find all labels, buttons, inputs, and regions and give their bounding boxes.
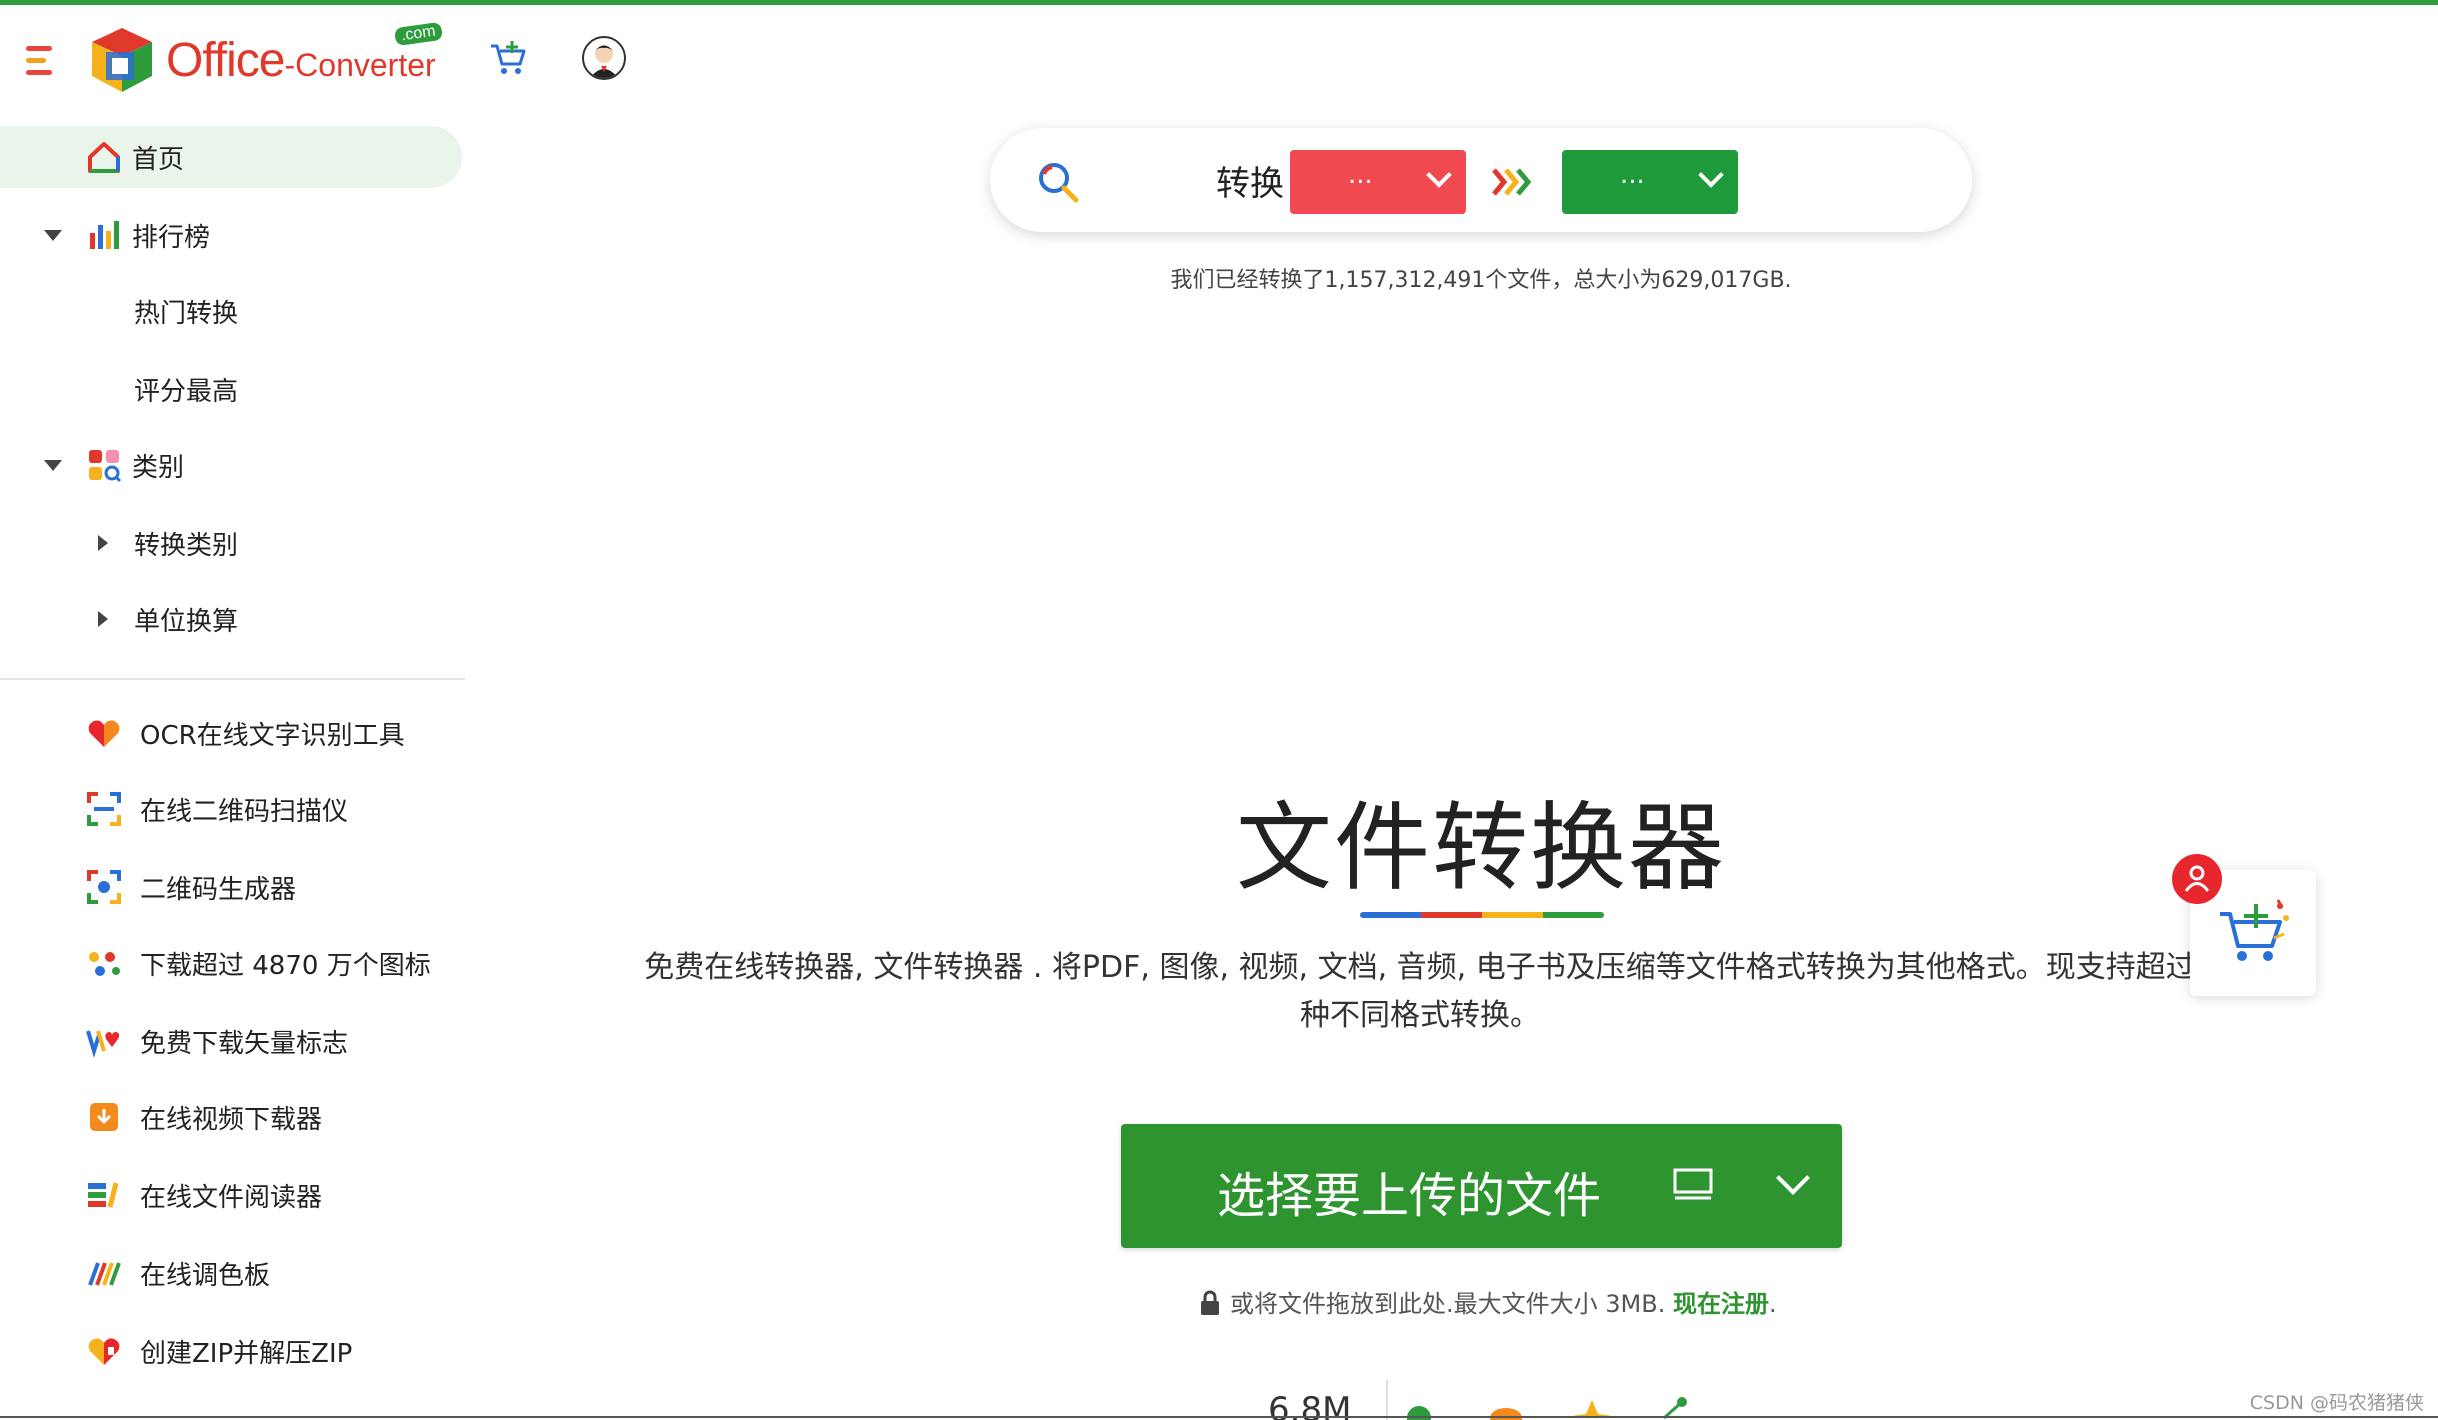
- top-accent-line: [0, 0, 2438, 5]
- cart-add-icon[interactable]: [488, 38, 528, 78]
- cart-confetti-icon: [2220, 899, 2289, 961]
- drop-note-text: 或将文件拖放到此处.最大文件大小 3MB.: [1230, 1290, 1666, 1318]
- caret-right-icon[interactable]: [98, 535, 108, 551]
- sidebar-label-top-rated: 评分最高: [134, 376, 239, 407]
- sidebar-tool-qr-scanner[interactable]: 在线二维码扫描仪: [0, 778, 465, 840]
- sidebar-label-convert-category: 转换类别: [134, 530, 239, 561]
- bar-chart-icon: [90, 221, 119, 249]
- floating-user-button[interactable]: [2172, 854, 2222, 904]
- caret-down-icon[interactable]: [44, 460, 62, 471]
- sidebar-tool-qr-generator[interactable]: 二维码生成器: [0, 856, 465, 918]
- sidebar-label-ocr: OCR在线文字识别工具: [140, 720, 405, 751]
- upload-label: 选择要上传的文件: [1217, 1168, 1602, 1224]
- upload-options-chevron-icon[interactable]: [1776, 1161, 1810, 1195]
- caret-down-icon[interactable]: [44, 230, 62, 241]
- bottom-edge-line: [0, 1416, 2438, 1418]
- conversion-search-bar: 转换 ... ...: [990, 128, 1972, 232]
- sidebar-label-video-downloader: 在线视频下载器: [140, 1104, 323, 1135]
- search-icon[interactable]: [1034, 158, 1082, 206]
- sidebar-tool-video-downloader[interactable]: 在线视频下载器: [0, 1086, 465, 1148]
- sidebar-item-popular[interactable]: 热门转换: [0, 280, 465, 342]
- menu-icon[interactable]: [26, 46, 58, 76]
- sidebar-tool-ocr[interactable]: OCR在线文字识别工具: [0, 702, 465, 764]
- lock-icon: [1201, 1290, 1219, 1315]
- sidebar-label-file-reader: 在线文件阅读器: [140, 1182, 323, 1213]
- sidebar-label-icons: 下载超过 4870 万个图标: [140, 950, 431, 981]
- sidebar-divider: [0, 678, 465, 680]
- logo-office-text: Office: [166, 33, 285, 87]
- convert-label: 转换: [1216, 164, 1284, 204]
- sidebar-label-color-palette: 在线调色板: [140, 1260, 271, 1291]
- page-description: 免费在线转换器, 文件转换器 . 将PDF, 图像, 视频, 文档, 音频, 电…: [640, 944, 2200, 1040]
- sidebar-tool-file-reader[interactable]: 在线文件阅读器: [0, 1164, 465, 1226]
- sidebar-tool-vector-logos[interactable]: 免费下载矢量标志: [0, 1010, 465, 1072]
- sidebar-item-home[interactable]: 首页: [0, 126, 462, 188]
- video-download-icon: [90, 1103, 118, 1131]
- page-title: 文件转换器: [1236, 792, 1726, 904]
- sidebar-item-top-rated[interactable]: 评分最高: [0, 358, 465, 420]
- scan-frame-icon: [87, 792, 121, 826]
- caret-right-icon[interactable]: [98, 611, 108, 627]
- description-line-1: 免费在线转换器, 文件转换器 . 将PDF, 图像, 视频, 文档, 音频, 电…: [644, 950, 2196, 985]
- sidebar-label-category: 类别: [132, 452, 185, 483]
- avatar-face-icon: [590, 45, 618, 78]
- title-color-bar: [1360, 912, 1604, 918]
- sidebar-tool-zip[interactable]: 创建ZIP并解压ZIP: [0, 1320, 465, 1382]
- source-format-dropdown[interactable]: ...: [1290, 150, 1466, 214]
- page: Office-Converter .com 首页 排行榜 热门转换 评分最高 类…: [0, 0, 2438, 1420]
- logo-com-badge: .com: [393, 21, 443, 46]
- stats-separator: [1386, 1380, 1388, 1420]
- sidebar-label-vector-logos: 免费下载矢量标志: [140, 1028, 349, 1059]
- sidebar-item-convert-category[interactable]: 转换类别: [0, 512, 465, 574]
- upload-file-button[interactable]: 选择要上传的文件: [1121, 1124, 1842, 1248]
- palette-stripes-icon: [88, 1262, 121, 1286]
- sidebar-item-category[interactable]: 类别: [0, 434, 465, 496]
- zip-heart-icon: [88, 1338, 120, 1365]
- device-upload-icon[interactable]: [1673, 1168, 1713, 1200]
- conversion-stats: 我们已经转换了1,157,312,491个文件，总大小为629,017GB.: [1170, 268, 1792, 293]
- sidebar-label-popular: 热门转换: [134, 298, 239, 329]
- drop-note: 或将文件拖放到此处.最大文件大小 3MB. 现在注册.: [1200, 1284, 1800, 1319]
- category-grid-icon: [89, 450, 122, 483]
- drop-note-end: .: [1768, 1290, 1777, 1318]
- target-format-value: ...: [1620, 160, 1645, 190]
- logo-converter-text: -Converter: [284, 46, 436, 83]
- sidebar-label-ranking: 排行榜: [132, 222, 211, 253]
- site-logo[interactable]: Office-Converter .com: [88, 21, 448, 96]
- book-stack-icon: [88, 1182, 119, 1208]
- sidebar-label-home: 首页: [132, 144, 185, 175]
- convert-arrows-icon: [1492, 168, 1532, 196]
- chevron-down-icon: [1426, 162, 1452, 188]
- chevron-down-icon: [1698, 162, 1724, 188]
- user-avatar[interactable]: [582, 36, 626, 80]
- qr-target-icon: [87, 870, 121, 904]
- vector-logo-icon: [86, 1030, 120, 1058]
- sidebar-tool-icons[interactable]: 下载超过 4870 万个图标: [0, 932, 465, 994]
- sidebar-item-unit-conversion[interactable]: 单位换算: [0, 588, 465, 650]
- source-format-value: ...: [1348, 160, 1373, 190]
- logo-cube-icon: [92, 28, 152, 92]
- user-icon: [2184, 865, 2210, 892]
- sidebar-item-ranking[interactable]: 排行榜: [0, 204, 465, 266]
- sidebar-label-unit-conversion: 单位换算: [134, 606, 239, 637]
- logo-text: Office-Converter .com: [166, 21, 443, 88]
- heart-icon: [88, 720, 120, 747]
- sidebar-label-qr-scanner: 在线二维码扫描仪: [140, 796, 349, 827]
- register-link[interactable]: 现在注册: [1673, 1290, 1769, 1318]
- sidebar-tool-color-palette[interactable]: 在线调色板: [0, 1242, 465, 1304]
- description-line-2: 种不同格式转换。: [1300, 998, 1540, 1033]
- watermark: CSDN @码农猪猪侠: [2249, 1392, 2424, 1414]
- target-format-dropdown[interactable]: ...: [1562, 150, 1738, 214]
- sidebar-label-qr-generator: 二维码生成器: [140, 874, 297, 905]
- home-icon: [88, 142, 120, 173]
- dots-icon: [89, 952, 120, 976]
- sidebar-label-zip: 创建ZIP并解压ZIP: [140, 1338, 353, 1369]
